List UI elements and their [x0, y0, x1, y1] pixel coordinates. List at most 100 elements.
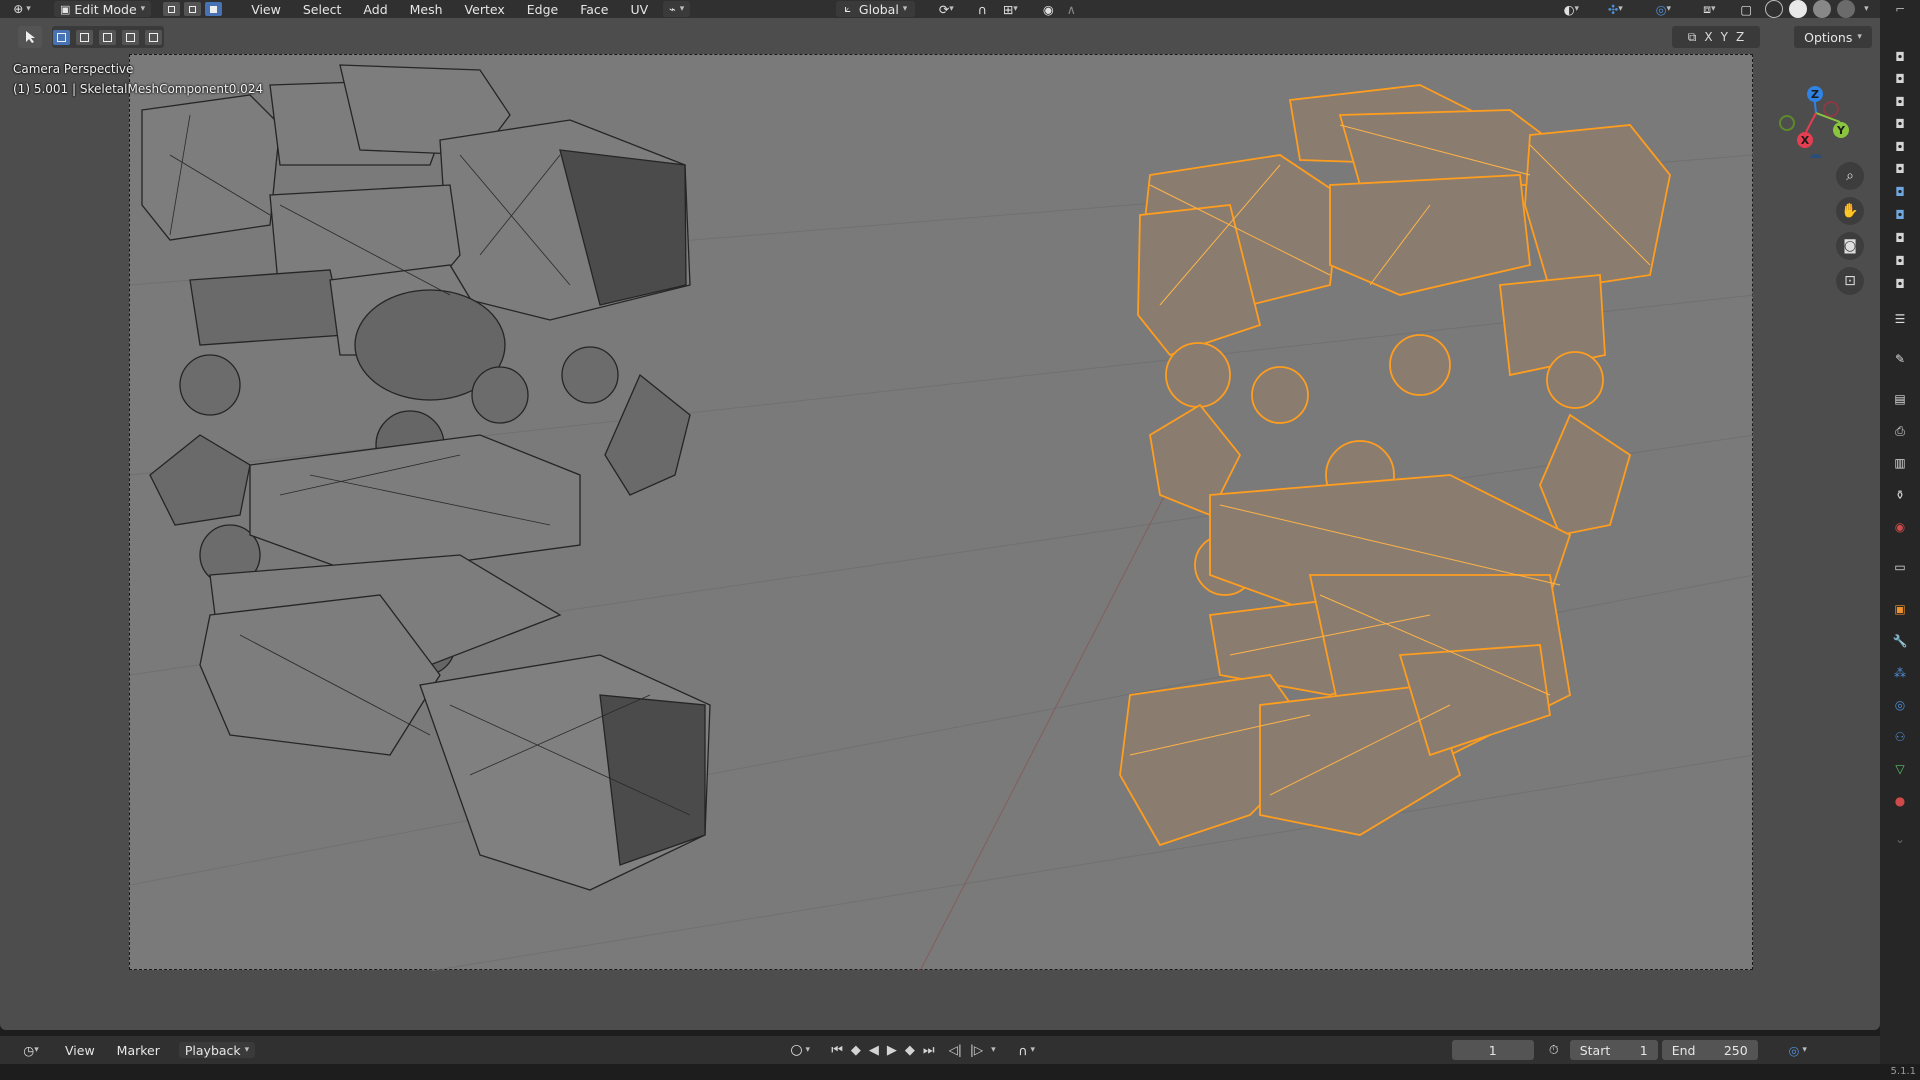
- menu-mesh[interactable]: Mesh: [399, 2, 454, 17]
- prev-keyframe-icon[interactable]: ◆: [851, 1043, 861, 1058]
- edge-select-icon[interactable]: [184, 2, 202, 16]
- menu-face[interactable]: Face: [569, 2, 619, 17]
- select-intersect-icon[interactable]: [144, 29, 162, 45]
- gizmo-z-axis[interactable]: Z: [1807, 86, 1823, 102]
- camera-icon[interactable]: ◘: [1889, 252, 1911, 270]
- select-invert-icon[interactable]: [121, 29, 139, 45]
- snap-toggle[interactable]: ∩: [971, 0, 993, 18]
- gizmo-x-axis[interactable]: X: [1797, 132, 1813, 148]
- active-tool-icon[interactable]: ✎: [1889, 350, 1911, 368]
- zoom-icon[interactable]: ⌕: [1836, 162, 1864, 190]
- pan-hand-icon[interactable]: ✋: [1836, 197, 1864, 225]
- particles-icon[interactable]: ⁂: [1889, 664, 1911, 682]
- mirror-icon[interactable]: ⧉: [1688, 30, 1697, 45]
- play-reverse-icon[interactable]: ◀: [869, 1043, 879, 1058]
- expand-chevron-icon[interactable]: ⌄: [1889, 830, 1911, 848]
- jump-end-icon[interactable]: ⏭: [923, 1043, 935, 1058]
- menu-add[interactable]: Add: [352, 2, 398, 17]
- object-icon[interactable]: ▣: [1889, 600, 1911, 618]
- mesh-edit-overlays-toggle[interactable]: ⧈ ▾: [1689, 0, 1729, 18]
- camera-icon[interactable]: ◘: [1889, 48, 1911, 66]
- timeline-menu-view[interactable]: View: [54, 1043, 106, 1058]
- end-frame-field[interactable]: End 250: [1661, 1040, 1758, 1060]
- render-icon[interactable]: ▤: [1889, 390, 1911, 408]
- camera-icon[interactable]: ◘: [1889, 160, 1911, 178]
- constraints-icon[interactable]: ⚇: [1889, 728, 1911, 746]
- keying-toggle[interactable]: ○ ▾: [783, 1041, 817, 1059]
- overlays-toggle[interactable]: ◎ ▾: [1643, 0, 1683, 18]
- camera-icon[interactable]: ◘: [1889, 115, 1911, 133]
- output-icon[interactable]: ⎙: [1889, 422, 1911, 440]
- select-extend-icon[interactable]: [75, 29, 93, 45]
- next-keyframe-icon[interactable]: ◆: [905, 1043, 915, 1058]
- vertex-select-icon[interactable]: [163, 2, 181, 16]
- wireframe-shading-icon[interactable]: [1765, 0, 1784, 18]
- jump-start-icon[interactable]: ⏮: [831, 1043, 843, 1058]
- camera-icon-active[interactable]: ◘: [1889, 206, 1911, 224]
- pivot-point-dropdown[interactable]: ⟳ ▾: [929, 0, 963, 18]
- uv-sync-dropdown[interactable]: ⌁ ▾: [663, 1, 691, 17]
- editor-type-dropdown[interactable]: ⊕ ▾: [0, 0, 44, 18]
- 3d-viewport[interactable]: Camera Perspective (1) 5.001 | SkeletalM…: [0, 18, 1880, 1030]
- gizmo-toggle[interactable]: ✣ ▾: [1595, 0, 1635, 18]
- mesh-object-selected[interactable]: [1119, 84, 1671, 847]
- gizmo-y-axis[interactable]: Y: [1833, 122, 1849, 138]
- xray-toggle[interactable]: ▢: [1735, 0, 1757, 18]
- mirror-z-toggle[interactable]: Z: [1736, 30, 1744, 44]
- snap-target-dropdown[interactable]: ⊞ ▾: [993, 0, 1027, 18]
- options-dropdown[interactable]: Options ▾: [1794, 26, 1872, 48]
- proportional-edit-toggle[interactable]: ◉: [1037, 0, 1059, 18]
- solid-shading-icon[interactable]: [1789, 0, 1808, 18]
- menu-select[interactable]: Select: [292, 2, 353, 17]
- playback-dropdown[interactable]: Playback ▾: [178, 1042, 256, 1058]
- chevron-down-icon[interactable]: ▾: [991, 1045, 996, 1055]
- select-new-icon[interactable]: [52, 29, 70, 45]
- tool-settings-icon[interactable]: ☰: [1889, 310, 1911, 328]
- mirror-y-toggle[interactable]: Y: [1721, 30, 1728, 44]
- auto-snap-dropdown[interactable]: ∩ ▾: [1010, 1041, 1044, 1059]
- face-select-icon[interactable]: [205, 2, 223, 16]
- timeline-overlays-dropdown[interactable]: ◎ ▾: [1778, 1041, 1818, 1059]
- world-icon[interactable]: ◉: [1889, 518, 1911, 536]
- scene-icon[interactable]: ⚱: [1889, 486, 1911, 504]
- lock-camera-icon[interactable]: ⊡: [1836, 267, 1864, 295]
- mesh-object-left[interactable]: [141, 64, 711, 891]
- timeline-menu-marker[interactable]: Marker: [106, 1043, 171, 1058]
- prev-key-icon[interactable]: ◁|: [949, 1043, 962, 1057]
- collection-icon[interactable]: ▭: [1889, 558, 1911, 576]
- menu-uv[interactable]: UV: [619, 2, 659, 17]
- falloff-dropdown[interactable]: ∧: [1059, 0, 1083, 18]
- menu-vertex[interactable]: Vertex: [454, 2, 516, 17]
- material-shading-icon[interactable]: [1813, 0, 1832, 18]
- camera-icon[interactable]: ◘: [1889, 275, 1911, 293]
- camera-icon[interactable]: ◘: [1889, 93, 1911, 111]
- camera-icon[interactable]: ◘: [1889, 70, 1911, 88]
- camera-icon-active[interactable]: ◘: [1889, 183, 1911, 201]
- camera-icon[interactable]: ◘: [1889, 229, 1911, 247]
- timeline-editor-type-dropdown[interactable]: ◷ ▾: [14, 1041, 48, 1059]
- modifier-icon[interactable]: 🔧: [1889, 632, 1911, 650]
- shading-options-dropdown[interactable]: ▾: [1857, 0, 1875, 18]
- physics-icon[interactable]: ◎: [1889, 696, 1911, 714]
- camera-view-icon[interactable]: ◙: [1836, 232, 1864, 260]
- scene-canvas[interactable]: [130, 55, 1754, 971]
- play-icon[interactable]: ▶: [887, 1043, 897, 1058]
- mesh-data-icon[interactable]: ▽: [1889, 760, 1911, 778]
- select-tool-button[interactable]: [18, 26, 42, 48]
- select-subtract-icon[interactable]: [98, 29, 116, 45]
- use-preview-range-toggle[interactable]: ⏱: [1544, 1041, 1564, 1059]
- transform-orientation-dropdown[interactable]: ⟀ Global ▾: [836, 1, 916, 17]
- current-frame-field[interactable]: 1: [1451, 1040, 1534, 1060]
- mirror-x-toggle[interactable]: X: [1704, 30, 1712, 44]
- select-box-mode-group[interactable]: [52, 26, 164, 48]
- mode-dropdown[interactable]: ▣ Edit Mode ▾: [54, 1, 152, 17]
- menu-view[interactable]: View: [240, 2, 292, 17]
- start-frame-field[interactable]: Start 1: [1569, 1040, 1658, 1060]
- camera-icon[interactable]: ◘: [1889, 138, 1911, 156]
- view-layer-icon[interactable]: ▥: [1889, 454, 1911, 472]
- material-icon[interactable]: ●: [1889, 792, 1911, 810]
- viewport-visibility-dropdown[interactable]: ◐ ▾: [1553, 0, 1589, 18]
- rendered-shading-icon[interactable]: [1837, 0, 1856, 18]
- navigation-gizmo[interactable]: Z Y X: [1771, 66, 1863, 158]
- next-key-icon[interactable]: |▷: [970, 1043, 983, 1057]
